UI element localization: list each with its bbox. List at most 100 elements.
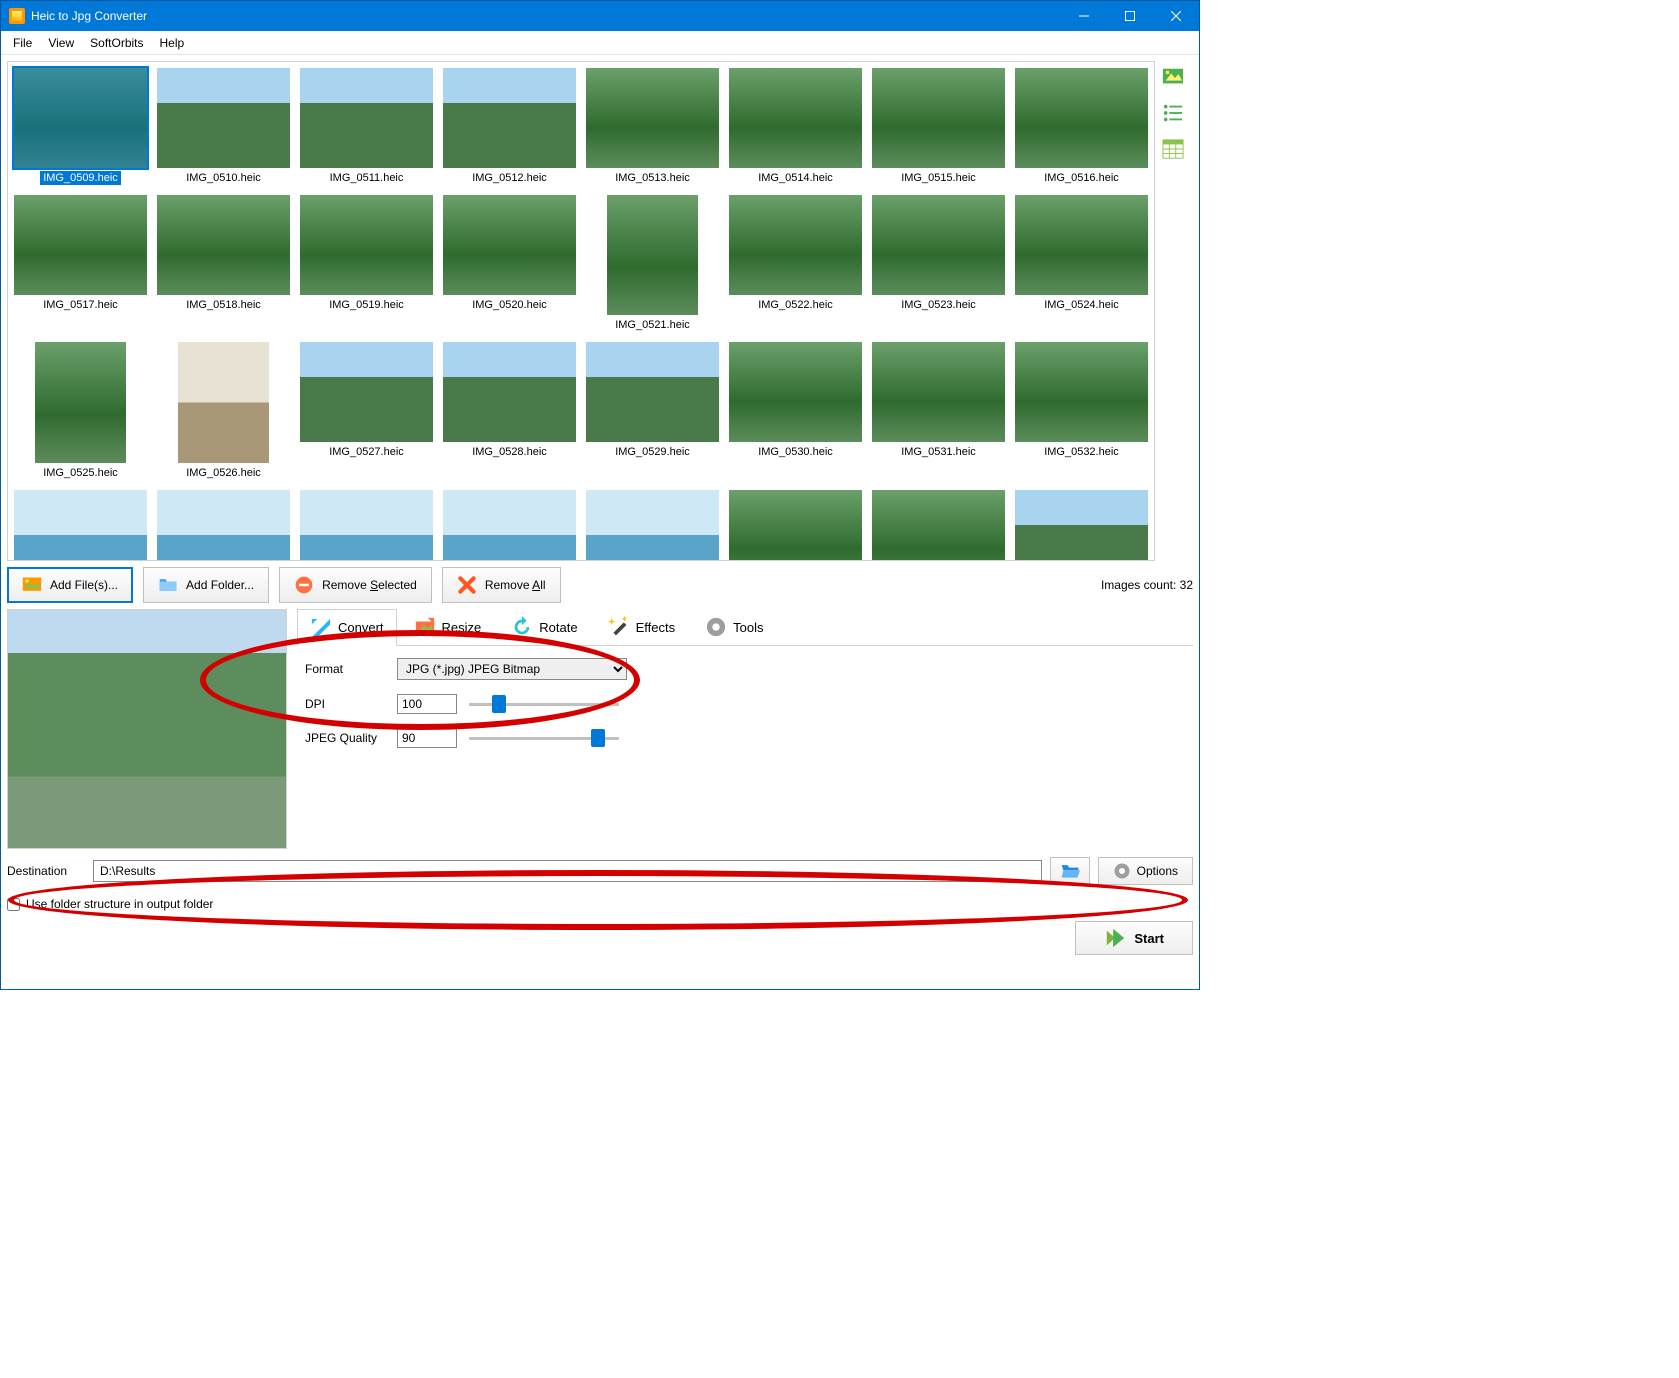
gear-icon bbox=[1113, 862, 1131, 880]
remove-selected-button[interactable]: Remove Selected bbox=[279, 567, 432, 603]
thumbnail-item[interactable]: IMG_0524.heic bbox=[1013, 193, 1150, 335]
thumbnail-image bbox=[1015, 68, 1148, 168]
thumbnail-item[interactable]: IMG_0513.heic bbox=[584, 66, 721, 187]
destination-input[interactable] bbox=[93, 860, 1042, 882]
options-button[interactable]: Options bbox=[1098, 857, 1193, 885]
thumbnail-item[interactable]: IMG_0527.heic bbox=[298, 340, 435, 482]
window-title: Heic to Jpg Converter bbox=[31, 9, 1061, 23]
thumbnail-filename: IMG_0516.heic bbox=[1041, 171, 1122, 185]
resize-icon bbox=[414, 616, 436, 638]
thumbnail-filename: IMG_0524.heic bbox=[1041, 298, 1122, 312]
thumbnail-filename: IMG_0525.heic bbox=[40, 466, 121, 480]
folder-structure-checkbox[interactable] bbox=[7, 898, 20, 911]
thumbnail-item[interactable]: IMG_0521.heic bbox=[584, 193, 721, 335]
thumbnail-image bbox=[178, 342, 268, 463]
tab-tools-label: Tools bbox=[733, 620, 763, 635]
thumbnail-filename: IMG_0520.heic bbox=[469, 298, 550, 312]
tab-effects[interactable]: Effects bbox=[595, 609, 689, 645]
effects-icon bbox=[608, 616, 630, 638]
tab-convert-label: Convert bbox=[338, 620, 384, 635]
maximize-button[interactable] bbox=[1107, 1, 1153, 31]
app-icon bbox=[9, 8, 25, 24]
thumbnail-item[interactable]: IMG_0529.heic bbox=[584, 340, 721, 482]
thumbnail-filename: IMG_0515.heic bbox=[898, 171, 979, 185]
thumbnail-item[interactable]: IMG_0532.heic bbox=[1013, 340, 1150, 482]
thumbnail-image bbox=[607, 195, 697, 316]
thumbnail-item[interactable]: IMG_0518.heic bbox=[155, 193, 292, 335]
remove-all-button[interactable]: Remove All bbox=[442, 567, 561, 603]
thumbnail-filename: IMG_0528.heic bbox=[469, 445, 550, 459]
menu-help[interactable]: Help bbox=[152, 33, 193, 53]
thumbnail-item[interactable]: IMG_0528.heic bbox=[441, 340, 578, 482]
thumbnail-item[interactable]: IMG_0533.heic bbox=[12, 488, 149, 561]
format-select[interactable]: JPG (*.jpg) JPEG Bitmap bbox=[397, 658, 627, 680]
thumbnail-filename: IMG_0509.heic bbox=[40, 171, 121, 185]
thumbnail-image bbox=[35, 342, 125, 463]
add-files-button[interactable]: Add File(s)... bbox=[7, 567, 133, 603]
tab-tools[interactable]: Tools bbox=[692, 609, 776, 645]
thumbnail-item[interactable]: IMG_0517.heic bbox=[12, 193, 149, 335]
image-icon bbox=[22, 575, 42, 595]
thumbnail-item[interactable]: IMG_0523.heic bbox=[870, 193, 1007, 335]
tab-bar: Convert Resize Rotate Effects bbox=[297, 609, 1193, 646]
thumbnail-item[interactable]: IMG_0509.heic bbox=[12, 66, 149, 187]
quality-slider[interactable] bbox=[469, 737, 619, 740]
tab-convert[interactable]: Convert bbox=[297, 609, 397, 646]
thumbnail-item[interactable]: IMG_0525.heic bbox=[12, 340, 149, 482]
view-list-icon[interactable] bbox=[1159, 99, 1187, 127]
thumbnail-image bbox=[586, 342, 719, 442]
thumbnail-item[interactable]: IMG_0511.heic bbox=[298, 66, 435, 187]
thumbnail-filename: IMG_0529.heic bbox=[612, 445, 693, 459]
view-thumbnails-icon[interactable] bbox=[1159, 63, 1187, 91]
thumbnail-item[interactable]: IMG_0516.heic bbox=[1013, 66, 1150, 187]
view-details-icon[interactable] bbox=[1159, 135, 1187, 163]
thumbnail-grid[interactable]: IMG_0509.heicIMG_0510.heicIMG_0511.heicI… bbox=[7, 61, 1155, 561]
menu-file[interactable]: File bbox=[5, 33, 40, 53]
thumbnail-item[interactable]: IMG_0510.heic bbox=[155, 66, 292, 187]
dpi-input[interactable] bbox=[397, 694, 457, 714]
thumbnail-filename: IMG_0527.heic bbox=[326, 445, 407, 459]
tab-resize[interactable]: Resize bbox=[401, 609, 495, 645]
thumbnail-item[interactable]: IMG_0526.heic bbox=[155, 340, 292, 482]
thumbnail-image bbox=[300, 342, 433, 442]
menu-softorbits[interactable]: SoftOrbits bbox=[82, 33, 151, 53]
add-folder-label: Add Folder... bbox=[186, 578, 254, 592]
thumbnail-image bbox=[872, 342, 1005, 442]
thumbnail-item[interactable]: IMG_0519.heic bbox=[298, 193, 435, 335]
thumbnail-item[interactable]: IMG_0530.heic bbox=[727, 340, 864, 482]
add-folder-button[interactable]: Add Folder... bbox=[143, 567, 269, 603]
menu-view[interactable]: View bbox=[40, 33, 82, 53]
play-arrow-icon bbox=[1104, 927, 1126, 949]
thumbnail-image bbox=[300, 195, 433, 295]
thumbnail-item[interactable]: IMG_0520.heic bbox=[441, 193, 578, 335]
thumbnail-filename: IMG_0513.heic bbox=[612, 171, 693, 185]
close-button[interactable] bbox=[1153, 1, 1199, 31]
thumbnail-item[interactable]: IMG_0536.heic bbox=[441, 488, 578, 561]
dpi-label: DPI bbox=[305, 697, 385, 711]
tab-rotate-label: Rotate bbox=[539, 620, 577, 635]
thumbnail-item[interactable]: IMG_0535.heic bbox=[298, 488, 435, 561]
quality-input[interactable] bbox=[397, 728, 457, 748]
start-button[interactable]: Start bbox=[1075, 921, 1193, 955]
thumbnail-image bbox=[300, 68, 433, 168]
thumbnail-item[interactable]: IMG_0531.heic bbox=[870, 340, 1007, 482]
thumbnail-item[interactable]: IMG_0540.heic bbox=[1013, 488, 1150, 561]
thumbnail-image bbox=[300, 490, 433, 561]
minimize-button[interactable] bbox=[1061, 1, 1107, 31]
thumbnail-item[interactable]: IMG_0534.heic bbox=[155, 488, 292, 561]
thumbnail-item[interactable]: IMG_0522.heic bbox=[727, 193, 864, 335]
tab-rotate[interactable]: Rotate bbox=[498, 609, 590, 645]
thumbnail-item[interactable]: IMG_0539.heic bbox=[870, 488, 1007, 561]
add-files-label: Add File(s)... bbox=[50, 578, 118, 592]
browse-button[interactable] bbox=[1050, 857, 1090, 885]
x-icon bbox=[457, 575, 477, 595]
thumbnail-image bbox=[1015, 195, 1148, 295]
thumbnail-item[interactable]: IMG_0514.heic bbox=[727, 66, 864, 187]
thumbnail-item[interactable]: IMG_0512.heic bbox=[441, 66, 578, 187]
images-count-label: Images count: 32 bbox=[1101, 578, 1193, 592]
thumbnail-item[interactable]: IMG_0538.heic bbox=[727, 488, 864, 561]
thumbnail-item[interactable]: IMG_0515.heic bbox=[870, 66, 1007, 187]
dpi-slider[interactable] bbox=[469, 703, 619, 706]
thumbnail-item[interactable]: IMG_0537.heic bbox=[584, 488, 721, 561]
minus-circle-icon bbox=[294, 575, 314, 595]
